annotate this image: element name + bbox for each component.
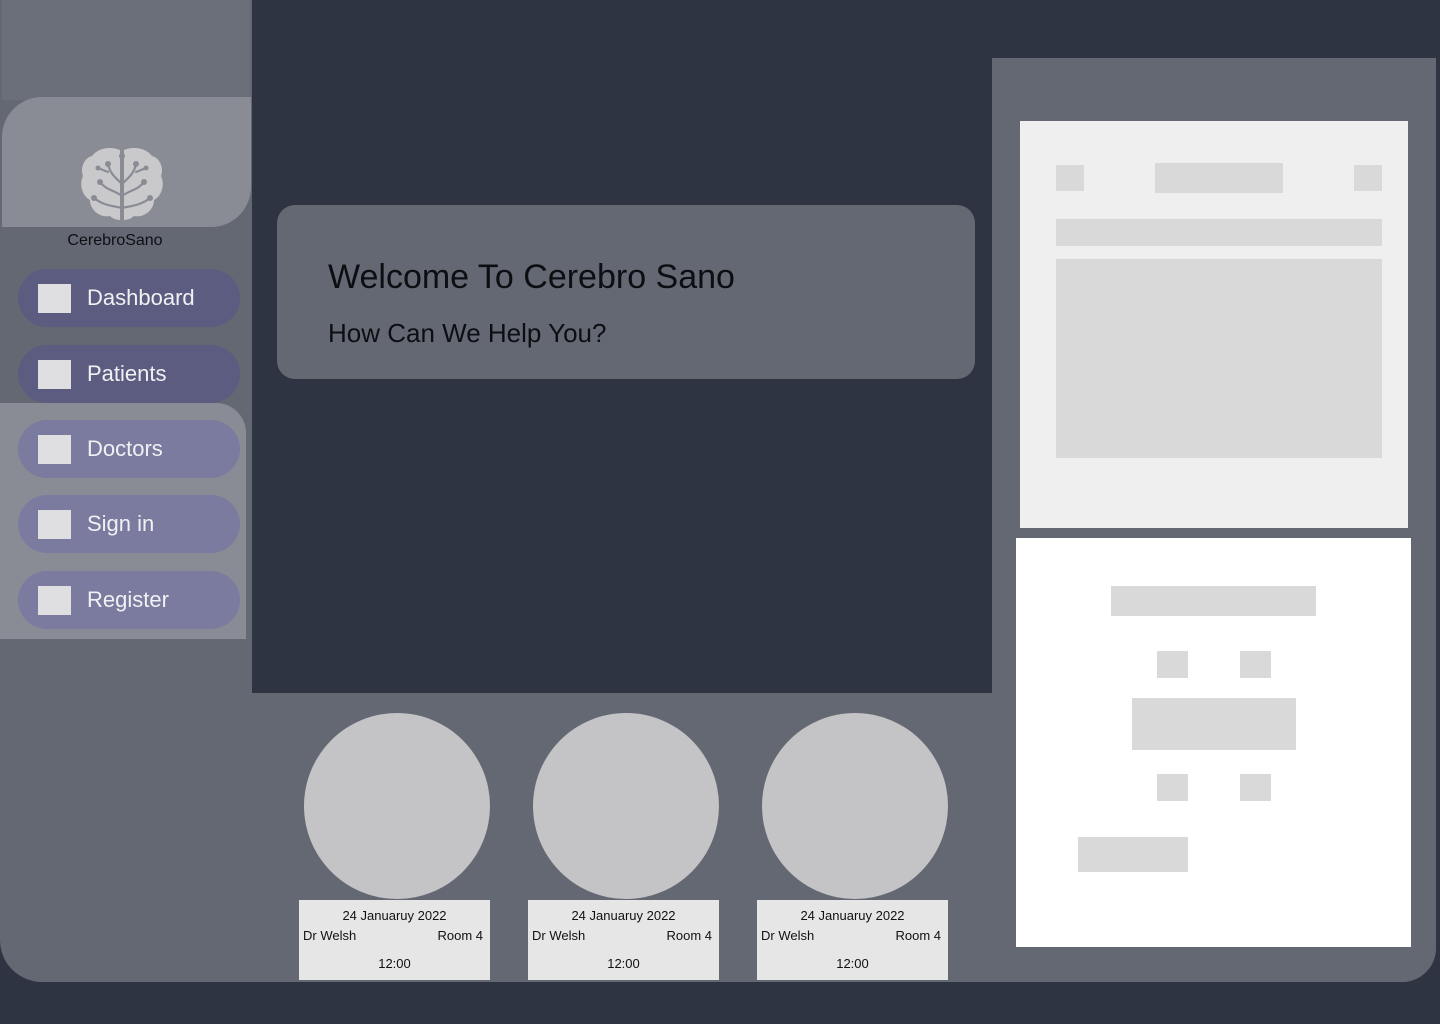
sidebar-item-patients[interactable]: Patients [18,345,240,403]
register-icon [38,585,71,615]
form-value-placeholder [1132,698,1296,750]
welcome-title: Welcome To Cerebro Sano [328,258,735,296]
appointment-date: 24 Januaruy 2022 [800,908,905,923]
dashboard-icon [38,283,71,313]
sidebar-top-shade [2,0,250,100]
form-button-placeholder[interactable] [1078,837,1188,872]
sidebar-item-label: Register [87,587,169,612]
appointment-card[interactable]: 24 Januaruy 2022 Dr Welsh Room 4 12:00 [299,900,490,980]
calendar-widget-placeholder [1020,121,1408,528]
appointment-room: Room 4 [437,928,483,943]
brand-name: CerebroSano [67,232,163,249]
welcome-subtitle: How Can We Help You? [328,318,607,348]
appointment-card[interactable]: 24 Januaruy 2022 Dr Welsh Room 4 12:00 [757,900,948,980]
doctors-icon [38,434,71,464]
sign-in-icon [38,509,71,539]
sidebar-item-dashboard[interactable]: Dashboard [18,269,240,327]
appointment-doctor: Dr Welsh [303,928,357,943]
appointment-time: 12:00 [607,956,640,971]
widget-content-placeholder [1056,259,1382,458]
appointment-time: 12:00 [836,956,869,971]
sidebar-item-doctors[interactable]: Doctors [18,420,240,478]
appointment-card[interactable]: 24 Januaruy 2022 Dr Welsh Room 4 12:00 [528,900,719,980]
form-control-placeholder[interactable] [1240,651,1271,678]
appointment-doctor: Dr Welsh [532,928,586,943]
sidebar-item-label: Doctors [87,436,163,461]
sidebar-item-label: Patients [87,361,167,386]
appointment-date: 24 Januaruy 2022 [571,908,676,923]
appointment-avatar[interactable] [533,713,719,899]
widget-header-bar-placeholder [1056,219,1382,246]
appointment-avatar[interactable] [304,713,490,899]
next-arrow-placeholder[interactable] [1354,165,1382,191]
appointment-room: Room 4 [666,928,712,943]
appointment-time: 12:00 [378,956,411,971]
form-control-placeholder[interactable] [1157,774,1188,801]
right-top-gap [992,0,1440,58]
sidebar-item-register[interactable]: Register [18,571,240,629]
sidebar-item-label: Sign in [87,511,155,536]
prev-arrow-placeholder[interactable] [1056,165,1084,191]
appointment-doctor: Dr Welsh [761,928,815,943]
appointment-room: Room 4 [895,928,941,943]
widget-title-placeholder [1155,163,1283,193]
appointment-date: 24 Januaruy 2022 [342,908,447,923]
form-control-placeholder[interactable] [1240,774,1271,801]
sidebar-item-sign-in[interactable]: Sign in [18,495,240,553]
form-widget-placeholder [1016,538,1411,947]
appointment-avatar[interactable] [762,713,948,899]
form-title-placeholder [1111,586,1316,616]
patients-icon [38,359,71,389]
brain-tree-icon [80,146,164,222]
sidebar-item-label: Dashboard [87,285,195,310]
form-control-placeholder[interactable] [1157,651,1188,678]
